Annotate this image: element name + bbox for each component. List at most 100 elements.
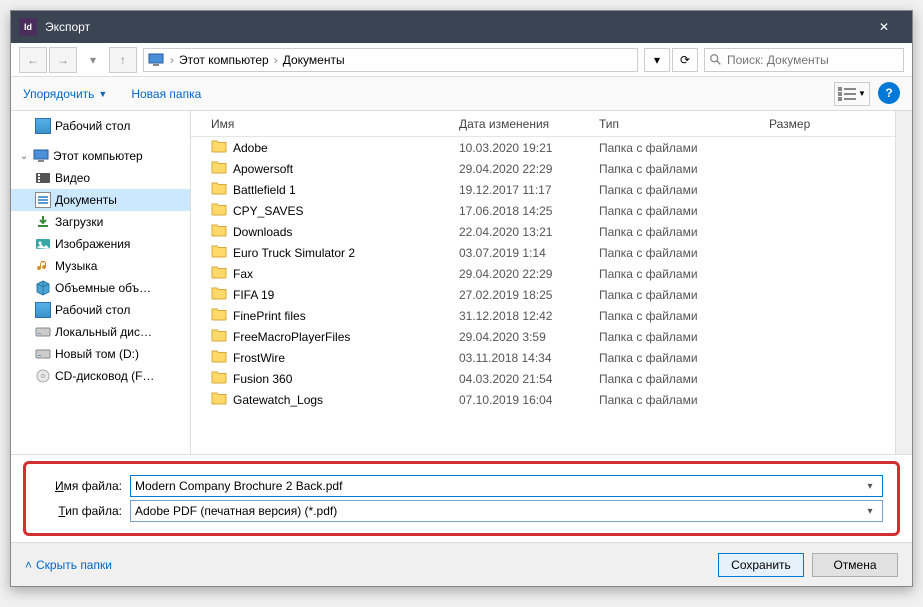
body: Рабочий стол ⌄ Этот компьютер Видео Доку…	[11, 111, 912, 455]
search-icon	[709, 53, 723, 67]
cell-date: 29.04.2020 22:29	[451, 267, 591, 281]
up-button[interactable]: ↑	[109, 47, 137, 73]
cell-date: 17.06.2018 14:25	[451, 204, 591, 218]
table-row[interactable]: FrostWire03.11.2018 14:34Папка с файлами	[191, 347, 895, 368]
close-icon: ✕	[879, 20, 889, 34]
tree-label: Загрузки	[55, 215, 103, 229]
breadcrumb-documents[interactable]: Документы	[280, 53, 348, 67]
tree-label: Рабочий стол	[55, 303, 130, 317]
tree-desktop[interactable]: Рабочий стол	[11, 115, 190, 137]
filename-input[interactable]	[135, 479, 862, 493]
view-mode-button[interactable]: ▼	[834, 82, 870, 106]
folder-icon	[211, 160, 227, 177]
col-name[interactable]: Имя	[191, 117, 451, 131]
cube-icon	[35, 280, 51, 296]
table-row[interactable]: Gatewatch_Logs07.10.2019 16:04Папка с фа…	[191, 389, 895, 410]
cell-name: CPY_SAVES	[191, 202, 451, 219]
filename-combo[interactable]: ▾	[130, 475, 883, 497]
pc-icon	[33, 148, 49, 164]
close-button[interactable]: ✕	[864, 11, 904, 43]
breadcrumb-this-pc[interactable]: Этот компьютер	[176, 53, 272, 67]
col-size[interactable]: Размер	[761, 117, 841, 131]
file-list: Имя Дата изменения Тип Размер Adobe10.03…	[191, 111, 895, 454]
collapse-icon[interactable]: ⌄	[19, 151, 29, 162]
table-row[interactable]: Apowersoft29.04.2020 22:29Папка с файлам…	[191, 158, 895, 179]
folder-icon	[211, 307, 227, 324]
filetype-label: Тип файла:	[40, 504, 130, 518]
cell-type: Папка с файлами	[591, 372, 761, 386]
cell-date: 04.03.2020 21:54	[451, 372, 591, 386]
table-row[interactable]: CPY_SAVES17.06.2018 14:25Папка с файлами	[191, 200, 895, 221]
refresh-button[interactable]: ⟳	[672, 48, 698, 72]
search-box[interactable]	[704, 48, 904, 72]
folder-icon	[211, 223, 227, 240]
new-folder-button[interactable]: Новая папка	[131, 87, 201, 101]
table-row[interactable]: Fusion 36004.03.2020 21:54Папка с файлам…	[191, 368, 895, 389]
cell-type: Папка с файлами	[591, 393, 761, 407]
list-body[interactable]: Adobe10.03.2020 19:21Папка с файламиApow…	[191, 137, 895, 454]
cell-type: Папка с файлами	[591, 246, 761, 260]
cell-name: Battlefield 1	[191, 181, 451, 198]
table-row[interactable]: FreeMacroPlayerFiles29.04.2020 3:59Папка…	[191, 326, 895, 347]
col-type[interactable]: Тип	[591, 117, 761, 131]
help-button[interactable]: ?	[878, 82, 900, 104]
filetype-combo[interactable]: ▾	[130, 500, 883, 522]
tree-label: Объемные объ…	[55, 281, 151, 295]
cell-type: Папка с файлами	[591, 204, 761, 218]
addr-dropdown[interactable]: ▾	[644, 48, 670, 72]
nav-tree[interactable]: Рабочий стол ⌄ Этот компьютер Видео Доку…	[11, 111, 191, 454]
table-row[interactable]: Fax29.04.2020 22:29Папка с файлами	[191, 263, 895, 284]
table-row[interactable]: Adobe10.03.2020 19:21Папка с файлами	[191, 137, 895, 158]
tree-desktop2[interactable]: Рабочий стол	[11, 299, 190, 321]
cell-name: Downloads	[191, 223, 451, 240]
table-row[interactable]: Downloads22.04.2020 13:21Папка с файлами	[191, 221, 895, 242]
filetype-input[interactable]	[135, 504, 862, 518]
export-dialog: Id Экспорт ✕ ← → ▾ ↑ › Этот компьютер › …	[10, 10, 913, 587]
chevron-down-icon[interactable]: ▾	[862, 481, 878, 492]
cell-name: Euro Truck Simulator 2	[191, 244, 451, 261]
file-name: Battlefield 1	[233, 183, 296, 197]
recent-dropdown[interactable]: ▾	[79, 47, 107, 73]
tree-documents[interactable]: Документы	[11, 189, 190, 211]
tree-this-pc[interactable]: ⌄ Этот компьютер	[11, 145, 190, 167]
tree-music[interactable]: Музыка	[11, 255, 190, 277]
organize-menu[interactable]: Упорядочить ▼	[23, 87, 107, 101]
back-button[interactable]: ←	[19, 47, 47, 73]
cell-date: 29.04.2020 3:59	[451, 330, 591, 344]
disk-icon	[35, 346, 51, 362]
tree-downloads[interactable]: Загрузки	[11, 211, 190, 233]
cancel-button[interactable]: Отмена	[812, 553, 898, 577]
cell-date: 27.02.2019 18:25	[451, 288, 591, 302]
chevron-down-icon: ▼	[858, 89, 866, 98]
tree-local-disk[interactable]: Локальный дис…	[11, 321, 190, 343]
table-row[interactable]: Battlefield 119.12.2017 11:17Папка с фай…	[191, 179, 895, 200]
save-button[interactable]: Сохранить	[718, 553, 804, 577]
file-name: FrostWire	[233, 351, 285, 365]
tree-label: Новый том (D:)	[55, 347, 139, 361]
tree-new-volume[interactable]: Новый том (D:)	[11, 343, 190, 365]
table-row[interactable]: FinePrint files31.12.2018 12:42Папка с ф…	[191, 305, 895, 326]
cell-date: 29.04.2020 22:29	[451, 162, 591, 176]
chevron-up-icon: ˄	[25, 558, 32, 572]
address-bar[interactable]: › Этот компьютер › Документы	[143, 48, 638, 72]
file-name: FIFA 19	[233, 288, 274, 302]
tree-label: Документы	[55, 193, 117, 207]
table-row[interactable]: FIFA 1927.02.2019 18:25Папка с файлами	[191, 284, 895, 305]
table-row[interactable]: Euro Truck Simulator 203.07.2019 1:14Пап…	[191, 242, 895, 263]
tree-pictures[interactable]: Изображения	[11, 233, 190, 255]
titlebar: Id Экспорт ✕	[11, 11, 912, 43]
chevron-down-icon[interactable]: ▾	[862, 506, 878, 517]
search-input[interactable]	[727, 53, 899, 67]
col-date[interactable]: Дата изменения	[451, 117, 591, 131]
tree-3d-objects[interactable]: Объемные объ…	[11, 277, 190, 299]
tree-video[interactable]: Видео	[11, 167, 190, 189]
disk-icon	[35, 324, 51, 340]
cell-type: Папка с файлами	[591, 309, 761, 323]
cell-type: Папка с файлами	[591, 162, 761, 176]
desktop-icon	[35, 302, 51, 318]
forward-button[interactable]: →	[49, 47, 77, 73]
desktop-icon	[35, 118, 51, 134]
scrollbar[interactable]	[895, 111, 912, 454]
hide-folders-toggle[interactable]: ˄ Скрыть папки	[25, 558, 112, 572]
tree-cd-drive[interactable]: CD-дисковод (F…	[11, 365, 190, 387]
